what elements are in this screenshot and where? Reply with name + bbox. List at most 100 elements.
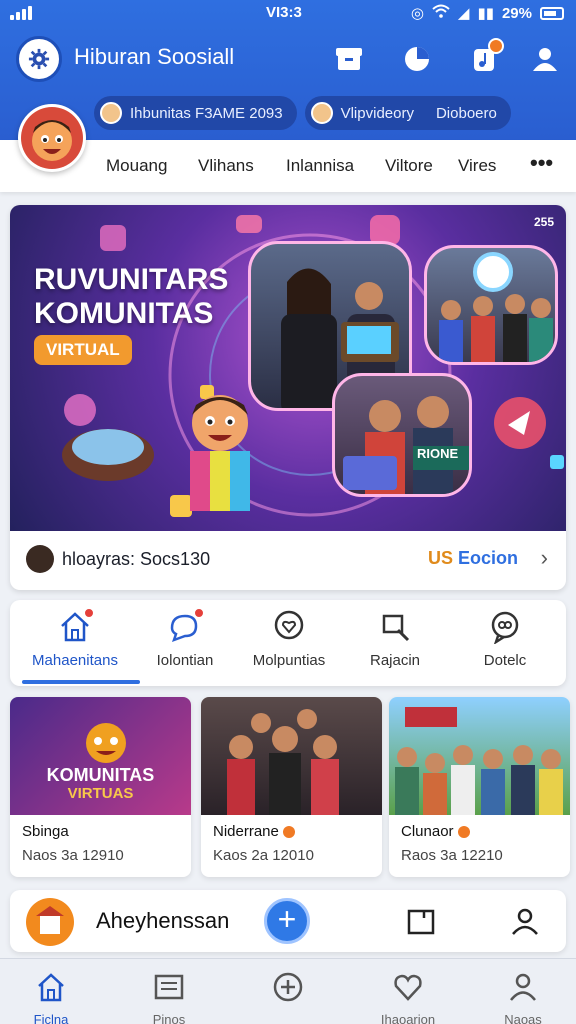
people-photo xyxy=(395,707,563,815)
category-tabs: Mahaenitans Iolontian Molpuntias Rajacin… xyxy=(10,600,566,686)
app-title: Hiburan Soosiall xyxy=(74,44,235,69)
list-card-icon xyxy=(154,974,184,1000)
card-thumbnail: KOMUNITAS VIRTUAS xyxy=(10,697,191,815)
subnav-item[interactable]: Inlannisa xyxy=(286,156,354,176)
subnav-item[interactable]: Viltore xyxy=(385,156,433,176)
cartoon-avatar-icon xyxy=(21,107,83,169)
notifications-button[interactable] xyxy=(468,38,504,76)
location-icon: ◎ xyxy=(410,5,424,22)
top-header: VI3:3 ◎ ◢ ▮▮ 29% Hiburan Soosiall Ihbuni… xyxy=(0,0,576,140)
card-meta: Naos 3a 12910 xyxy=(22,847,124,864)
hero-photo-team xyxy=(424,245,558,365)
people-photo xyxy=(227,709,339,815)
cartoon-boy-illustration xyxy=(190,395,250,511)
home-icon xyxy=(38,973,64,1002)
photo-sign-text: RIONE xyxy=(417,446,459,461)
battery-icon xyxy=(540,6,564,20)
chip-label: Ihbunitas F3AME 2093 xyxy=(130,104,283,122)
subnav-item[interactable]: Mouang xyxy=(106,156,167,176)
bottom-nav-activity[interactable]: Ihaoarion xyxy=(363,971,453,1024)
community-card[interactable]: Niderrane Kaos 2a 12010 xyxy=(201,697,382,877)
status-time: VI3:3 xyxy=(266,4,302,21)
hero-banner: 255 RUVUNITARS KOMUNITAS VIRTUAL RIONE xyxy=(10,205,566,531)
profile-button[interactable] xyxy=(528,42,562,76)
speech-bubble-icon xyxy=(491,611,519,645)
post-composer: Aheyhenssan + xyxy=(10,890,566,952)
card-name: Sbinga xyxy=(22,823,69,840)
hero-footer-text: hloayras: Socs130 xyxy=(62,549,211,569)
tab-messages[interactable]: Iolontian xyxy=(130,607,240,669)
alert-dot xyxy=(193,607,205,619)
pie-clock-icon xyxy=(405,47,429,71)
bottom-nav-profile[interactable]: Naoas xyxy=(478,971,568,1024)
composer-prompt[interactable]: Aheyhenssan xyxy=(96,908,229,934)
user-avatar[interactable] xyxy=(18,104,86,172)
people-photo xyxy=(343,396,469,494)
hero-footer: hloayras: Socs130 US Eocion › xyxy=(10,531,566,590)
more-icon[interactable]: ••• xyxy=(530,150,553,176)
chip-label: Vlipvideory xyxy=(340,104,414,122)
alert-dot xyxy=(83,607,95,619)
sub-navigation: Mouang Vlihans Inlannisa Viltore Vires •… xyxy=(0,140,576,192)
tab-home[interactable]: Mahaenitans xyxy=(20,607,130,669)
chip-community[interactable]: Ihbunitas F3AME 2093 xyxy=(94,96,297,130)
add-post-button[interactable]: + xyxy=(264,898,310,944)
wifi-icon xyxy=(432,4,450,22)
gear-icon xyxy=(28,48,50,70)
bottom-nav-posts[interactable]: Pinos xyxy=(124,971,214,1024)
card-meta: Raos 3a 12210 xyxy=(401,847,503,864)
hero-title: RUVUNITARS KOMUNITAS xyxy=(34,263,229,330)
community-card[interactable]: KOMUNITAS VIRTUAS Sbinga Naos 3a 12910 xyxy=(10,697,191,877)
edit-box-icon[interactable] xyxy=(406,906,436,936)
heart-icon xyxy=(394,974,422,1001)
composer-avatar xyxy=(26,898,74,946)
cell-icon: ◢ xyxy=(457,5,470,22)
card-meta: Kaos 2a 12010 xyxy=(213,847,314,864)
signal-bars-icon: ▮▮ xyxy=(477,5,494,22)
card-thumbnail xyxy=(201,697,382,815)
people-photo xyxy=(439,252,553,362)
card-overlay-subtitle: VIRTUAS xyxy=(67,785,134,802)
hero-footer-link[interactable]: US Eocion xyxy=(428,548,518,569)
hero-tag: VIRTUAL xyxy=(34,335,132,365)
user-icon xyxy=(533,48,557,71)
user-icon xyxy=(510,973,536,1001)
verified-badge-icon xyxy=(282,825,295,838)
community-card[interactable]: Clunaor Raos 3a 12210 xyxy=(389,697,570,877)
store-button[interactable] xyxy=(332,42,366,76)
house-badge-icon xyxy=(36,906,64,934)
status-bar: VI3:3 ◎ ◢ ▮▮ 29% xyxy=(0,2,576,26)
tab-favorites[interactable]: Molpuntias xyxy=(234,610,344,669)
subnav-item[interactable]: Vires xyxy=(458,156,496,176)
tab-search[interactable]: Rajacin xyxy=(340,610,450,669)
user-icon[interactable] xyxy=(510,906,540,936)
card-thumbnail xyxy=(389,697,570,815)
clock-button[interactable] xyxy=(400,42,434,76)
tab-details[interactable]: Dotelc xyxy=(450,610,560,669)
signal-icon xyxy=(10,6,32,20)
store-icon xyxy=(336,48,362,70)
hero-photo-friends: RIONE xyxy=(332,373,472,497)
subnav-item[interactable]: Vlihans xyxy=(198,156,254,176)
search-icon xyxy=(382,614,410,642)
chip-avatar xyxy=(100,102,122,124)
card-name: Niderrane xyxy=(213,823,295,840)
heart-pin-icon xyxy=(274,610,304,640)
hero-card[interactable]: 255 RUVUNITARS KOMUNITAS VIRTUAL RIONE h… xyxy=(10,205,566,590)
verified-badge-icon xyxy=(457,825,470,838)
poster-avatar xyxy=(26,545,54,573)
bottom-nav-create[interactable] xyxy=(243,971,333,1012)
chip-extra-label: Dioboero xyxy=(435,104,497,122)
mascot-icon xyxy=(86,723,126,763)
hero-counter: 255 xyxy=(533,215,554,229)
active-tab-indicator xyxy=(22,680,140,684)
chip-avatar xyxy=(310,102,333,124)
chip-video[interactable]: Vlipvideory Dioboero xyxy=(304,96,511,130)
settings-button[interactable] xyxy=(16,36,62,82)
card-overlay-title: KOMUNITAS xyxy=(46,765,155,785)
chevron-right-icon[interactable]: › xyxy=(541,545,548,571)
notification-badge xyxy=(488,38,504,54)
bottom-nav-home[interactable]: Ficlna xyxy=(6,971,96,1024)
battery-percent: 29% xyxy=(501,4,532,22)
bottom-navigation: Ficlna Pinos Ihaoarion Naoas xyxy=(0,958,576,1024)
